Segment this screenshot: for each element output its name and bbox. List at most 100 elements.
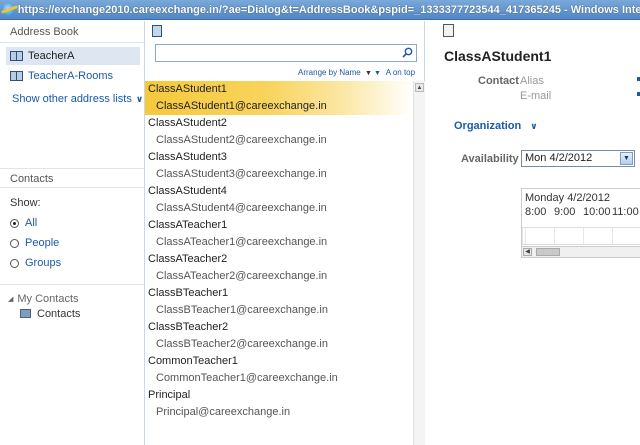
organization-label: Organization: [454, 120, 522, 132]
list-item[interactable]: ClassBTeacher2 ClassBTeacher2@careexchang…: [145, 319, 413, 353]
chevron-down-icon: ▼: [364, 70, 372, 77]
filter-people-option[interactable]: People: [10, 233, 61, 253]
contacts-folder-label: Contacts: [37, 307, 81, 320]
radio-all[interactable]: [10, 218, 19, 228]
entry-email: Principal@careexchange.in: [156, 406, 291, 418]
scroll-left-arrow-icon[interactable]: ◀: [523, 248, 532, 256]
sort-order-toggle[interactable]: ▼ A on top: [374, 68, 415, 77]
my-contacts-node[interactable]: ◢ My Contacts: [0, 291, 144, 306]
filter-label: People: [25, 237, 60, 249]
chevron-down-icon[interactable]: ▼: [620, 152, 633, 165]
filter-label: Groups: [25, 257, 62, 269]
search-box[interactable]: [155, 44, 417, 62]
organization-link[interactable]: Organization ∨: [454, 120, 538, 132]
schedule-scrollbar[interactable]: ◀: [522, 246, 640, 257]
filter-label: All: [25, 217, 38, 229]
date-value: Mon 4/2/2012: [525, 152, 593, 164]
nav-item-label: TeacherA-Rooms: [28, 70, 113, 82]
entry-name: ClassATeacher1: [148, 219, 228, 231]
sort-order-label: A on top: [385, 68, 416, 77]
entry-name: ClassAStudent2: [148, 117, 227, 129]
list-item[interactable]: ClassAStudent3 ClassAStudent3@careexchang…: [145, 149, 413, 183]
entry-email: ClassBTeacher2@careexchange.in: [156, 338, 328, 350]
show-other-address-lists-link[interactable]: Show other address lists ∨: [0, 93, 144, 105]
list-item[interactable]: ClassAStudent4 ClassAStudent4@careexchang…: [145, 183, 413, 217]
nav-item-teachera-rooms[interactable]: TeacherA-Rooms: [6, 67, 144, 85]
scroll-up-arrow-icon[interactable]: ▲: [415, 83, 424, 92]
address-book-toolbar-icon[interactable]: [152, 25, 162, 37]
entry-name: ClassAStudent3: [148, 151, 227, 163]
search-input[interactable]: [158, 45, 398, 60]
entry-email: ClassAStudent1@careexchange.in: [156, 100, 327, 112]
list-item[interactable]: ClassATeacher2 ClassATeacher2@careexchang…: [145, 251, 413, 285]
nav-item-teachera[interactable]: TeacherA: [6, 47, 140, 65]
contact-detail-pane: ClassAStudent1 Contact Alias E-mail Orga…: [426, 21, 640, 445]
filter-all-option[interactable]: All: [10, 213, 61, 233]
window-title-bar: https://exchange2010.careexchange.in/?ae…: [0, 0, 640, 20]
filter-groups-option[interactable]: Groups: [10, 253, 61, 273]
availability-schedule: Monday 4/2/2012 8:00 9:00 10:00 11:00 ◀: [521, 188, 640, 258]
email-label: E-mail: [520, 90, 552, 102]
entry-name: ClassBTeacher2: [148, 321, 229, 333]
arrange-by-dropdown[interactable]: Arrange by Name ▼: [298, 68, 372, 77]
internet-explorer-icon: [3, 3, 15, 16]
contact-card-icon[interactable]: [443, 24, 454, 37]
list-item[interactable]: Principal Principal@careexchange.in: [145, 387, 413, 421]
availability-date-select[interactable]: Mon 4/2/2012 ▼: [521, 150, 635, 167]
schedule-hours: 8:00 9:00 10:00 11:00: [525, 206, 640, 218]
entry-email: ClassAStudent2@careexchange.in: [156, 134, 327, 146]
contacts-header: Contacts: [0, 168, 144, 188]
schedule-grid: [522, 227, 640, 245]
entry-name: ClassBTeacher1: [148, 287, 229, 299]
list-item[interactable]: CommonTeacher1 CommonTeacher1@careexchang…: [145, 353, 413, 387]
contacts-folder-icon: [20, 309, 31, 318]
list-toolbar: [145, 21, 424, 41]
list-item[interactable]: ClassATeacher1 ClassATeacher1@careexchang…: [145, 217, 413, 251]
show-other-label: Show other address lists: [12, 93, 132, 105]
availability-label: Availability: [461, 153, 519, 165]
double-chevron-down-icon: ∨: [530, 120, 538, 131]
arrange-by-label: Arrange by Name: [298, 68, 361, 77]
entry-email: ClassATeacher1@careexchange.in: [156, 236, 328, 248]
entry-email: ClassAStudent3@careexchange.in: [156, 168, 327, 180]
alias-label: Alias: [520, 75, 544, 87]
entry-name: ClassAStudent1: [148, 83, 227, 95]
contact-name: ClassAStudent1: [444, 48, 552, 64]
entry-name: CommonTeacher1: [148, 355, 238, 367]
double-chevron-down-icon: ∨: [135, 93, 144, 104]
radio-groups[interactable]: [10, 258, 19, 268]
entry-email: ClassBTeacher1@careexchange.in: [156, 304, 328, 316]
my-contacts-tree: ◢ My Contacts Contacts: [0, 284, 144, 321]
search-icon[interactable]: [402, 47, 413, 58]
address-list-pane: Arrange by Name ▼ ▼ A on top ClassAStude…: [145, 21, 425, 445]
nav-item-label: TeacherA: [28, 50, 75, 62]
hour-label: 11:00: [612, 206, 639, 218]
address-list: ClassAStudent1 ClassAStudent1@careexchang…: [145, 81, 413, 445]
hour-label: 10:00: [583, 206, 611, 218]
schedule-date: Monday 4/2/2012: [525, 192, 611, 204]
left-navigation: Address Book TeacherA TeacherA-Rooms Sho…: [0, 21, 145, 445]
expand-triangle-icon[interactable]: ◢: [8, 295, 13, 303]
address-book-icon: [10, 71, 23, 81]
entry-email: ClassATeacher2@careexchange.in: [156, 270, 328, 282]
list-item[interactable]: ClassAStudent2 ClassAStudent2@careexchang…: [145, 115, 413, 149]
show-label: Show:: [10, 197, 41, 209]
hour-label: 8:00: [525, 206, 547, 218]
my-contacts-label: My Contacts: [17, 292, 79, 305]
list-item[interactable]: ClassBTeacher1 ClassBTeacher1@careexchang…: [145, 285, 413, 319]
hour-label: 9:00: [554, 206, 576, 218]
list-scrollbar[interactable]: ▲: [413, 81, 425, 445]
entry-name: ClassATeacher2: [148, 253, 228, 265]
radio-people[interactable]: [10, 238, 19, 248]
entry-name: Principal: [148, 389, 191, 401]
entry-email: ClassAStudent4@careexchange.in: [156, 202, 327, 214]
contacts-folder[interactable]: Contacts: [0, 306, 144, 321]
contact-section-label: Contact: [478, 75, 519, 87]
scroll-thumb[interactable]: [536, 248, 560, 256]
address-book-header: Address Book: [0, 21, 144, 43]
contacts-filter: Show: All People Groups: [10, 197, 61, 273]
entry-email: CommonTeacher1@careexchange.in: [156, 372, 338, 384]
list-item[interactable]: ClassAStudent1 ClassAStudent1@careexchang…: [145, 81, 413, 115]
sort-arrow-icon: ▼: [374, 70, 381, 77]
address-book-icon: [10, 51, 23, 61]
